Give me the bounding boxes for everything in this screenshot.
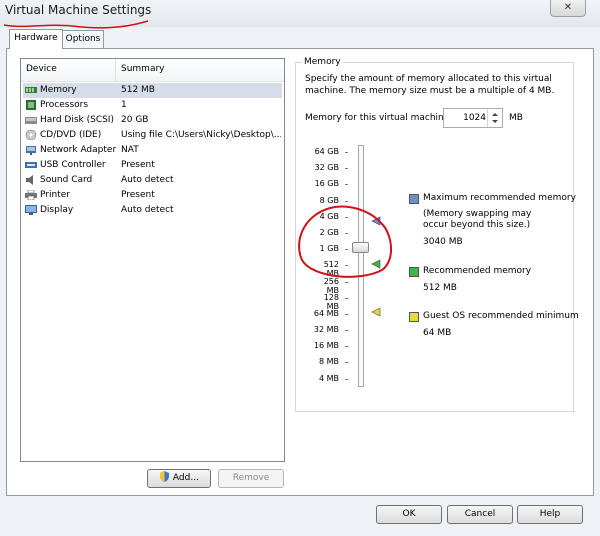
device-summary: Auto detect [121, 205, 174, 215]
remove-button[interactable]: Remove [218, 469, 284, 488]
cd-dvd-icon [25, 130, 37, 140]
spin-arrows[interactable] [487, 109, 502, 127]
scale-label: 32 MB [313, 325, 339, 334]
scale-label: 4 MB [318, 374, 339, 383]
recommended-legend-swatch [409, 267, 419, 277]
device-summary: 1 [121, 100, 127, 110]
device-summary: Present [121, 190, 155, 200]
device-name: USB Controller [40, 160, 106, 170]
recommended-value: 512 MB [423, 283, 457, 293]
minimum-value: 64 MB [423, 328, 452, 338]
usb-icon [25, 162, 37, 168]
scale-tick [345, 168, 348, 169]
device-name: Printer [40, 190, 70, 200]
column-separator [115, 59, 116, 81]
device-row-sound-card[interactable]: Sound Card Auto detect [23, 173, 282, 188]
sound-card-icon [26, 175, 33, 185]
max-legend-swatch [409, 194, 419, 204]
max-recommended-note1: (Memory swapping may [423, 209, 532, 219]
minimum-legend-swatch [409, 312, 419, 322]
red-circle-annotation [298, 205, 392, 278]
display-icon [25, 205, 37, 215]
minimum-memory-marker-icon [371, 307, 381, 317]
scale-label: 16 MB [313, 341, 339, 350]
network-adapter-icon [26, 146, 36, 155]
memory-icon [25, 87, 37, 93]
scale-tick [345, 330, 348, 331]
max-recommended-title: Maximum recommended memory [423, 193, 576, 203]
add-button-label: Add... [172, 473, 199, 483]
device-name: Network Adapter [40, 145, 117, 155]
scale-tick [345, 184, 348, 185]
summary-column-header[interactable]: Summary [121, 64, 165, 74]
tab-hardware-label: Hardware [14, 33, 58, 43]
device-list-header: Device Summary [21, 59, 284, 82]
scale-tick [345, 362, 348, 363]
device-column-header[interactable]: Device [26, 64, 57, 74]
printer-icon [25, 190, 37, 200]
scale-label: 64 GB [314, 147, 339, 156]
cancel-button[interactable]: Cancel [447, 505, 513, 524]
tab-options[interactable]: Options [62, 30, 104, 49]
memory-unit: MB [509, 113, 523, 123]
close-button[interactable]: ✕ [550, 0, 586, 17]
max-recommended-note2: occur beyond this size.) [423, 220, 531, 230]
tab-options-label: Options [65, 34, 101, 44]
device-name: Memory [40, 85, 77, 95]
device-row-usb-controller[interactable]: USB Controller Present [23, 158, 282, 173]
device-row-hard-disk[interactable]: Hard Disk (SCSI) 20 GB [23, 113, 282, 128]
scale-label: 8 MB [318, 357, 339, 366]
hard-disk-icon [25, 117, 37, 124]
device-row-processors[interactable]: Processors 1 [23, 98, 282, 113]
device-summary: Auto detect [121, 175, 174, 185]
device-row-display[interactable]: Display Auto detect [23, 203, 282, 218]
tab-hardware[interactable]: Hardware [9, 29, 63, 49]
device-name: Hard Disk (SCSI) [40, 115, 114, 125]
spin-arrows-icon [492, 113, 498, 123]
scale-label: 32 GB [314, 163, 339, 172]
memory-description-line2: machine. The memory size must be a multi… [305, 86, 555, 96]
scale-tick [345, 298, 348, 299]
scale-tick [345, 346, 348, 347]
scale-label: 64 MB [313, 309, 339, 318]
device-name: CD/DVD (IDE) [40, 130, 102, 140]
scale-label: 16 GB [314, 179, 339, 188]
processor-icon [26, 100, 36, 110]
help-button[interactable]: Help [517, 505, 583, 524]
device-row-network-adapter[interactable]: Network Adapter NAT [23, 143, 282, 158]
device-summary: NAT [121, 145, 139, 155]
device-row-memory[interactable]: Memory 512 MB [23, 83, 282, 98]
scale-tick [345, 314, 348, 315]
device-name: Processors [40, 100, 89, 110]
scale-tick [345, 379, 348, 380]
device-summary: 512 MB [121, 85, 155, 95]
device-summary: Present [121, 160, 155, 170]
add-button[interactable]: Add... [147, 469, 211, 488]
scale-tick [345, 152, 348, 153]
shield-icon [160, 471, 170, 482]
device-name: Sound Card [40, 175, 93, 185]
memory-spinbox[interactable]: 1024 [443, 108, 503, 128]
ok-button[interactable]: OK [376, 505, 442, 524]
minimum-title: Guest OS recommended minimum [423, 311, 579, 321]
device-summary: 20 GB [121, 115, 149, 125]
memory-group-title: Memory [302, 57, 343, 67]
memory-description-line1: Specify the amount of memory allocated t… [305, 74, 552, 84]
device-list[interactable]: Device Summary Memory 512 MB Processors … [20, 58, 285, 462]
memory-field-label: Memory for this virtual machine: [305, 113, 453, 123]
max-recommended-value: 3040 MB [423, 237, 463, 247]
window-title: Virtual Machine Settings [5, 3, 152, 17]
device-row-cd-dvd[interactable]: CD/DVD (IDE) Using file C:\Users\Nicky\D… [23, 128, 282, 143]
recommended-title: Recommended memory [423, 266, 532, 276]
device-row-printer[interactable]: Printer Present [23, 188, 282, 203]
device-summary: Using file C:\Users\Nicky\Desktop\... [121, 130, 281, 140]
memory-value[interactable]: 1024 [463, 113, 486, 123]
device-name: Display [40, 205, 74, 215]
